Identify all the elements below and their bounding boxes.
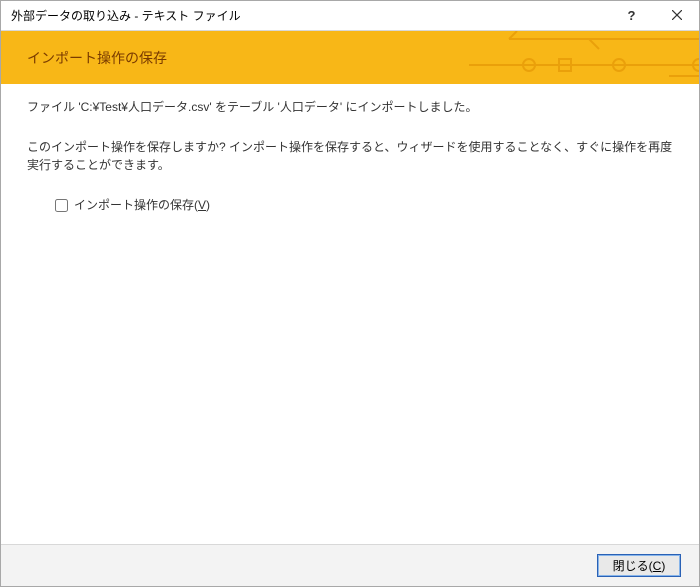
header-title: インポート操作の保存 [1,48,167,68]
dialog-window: 外部データの取り込み - テキスト ファイル ? インポート操作の保存 [0,0,700,587]
help-button[interactable]: ? [609,1,654,30]
titlebar: 外部データの取り込み - テキスト ファイル ? [1,1,699,31]
save-import-checkbox-row: インポート操作の保存(V) [55,196,673,214]
content-area: ファイル 'C:¥Test¥人口データ.csv' をテーブル '人口データ' に… [1,84,699,544]
close-button[interactable]: 閉じる(C) [597,554,681,577]
help-icon: ? [628,8,636,23]
titlebar-buttons: ? [609,1,699,30]
header-decor [469,31,699,84]
close-window-button[interactable] [654,1,699,30]
header-band: インポート操作の保存 [1,31,699,84]
close-icon [672,8,682,23]
import-result-message: ファイル 'C:¥Test¥人口データ.csv' をテーブル '人口データ' に… [27,98,673,116]
footer: 閉じる(C) [1,544,699,586]
window-title: 外部データの取り込み - テキスト ファイル [1,7,241,24]
save-import-checkbox-label[interactable]: インポート操作の保存(V) [74,196,210,214]
save-prompt-message: このインポート操作を保存しますか? インポート操作を保存すると、ウィザードを使用… [27,138,673,174]
save-import-checkbox[interactable] [55,199,68,212]
